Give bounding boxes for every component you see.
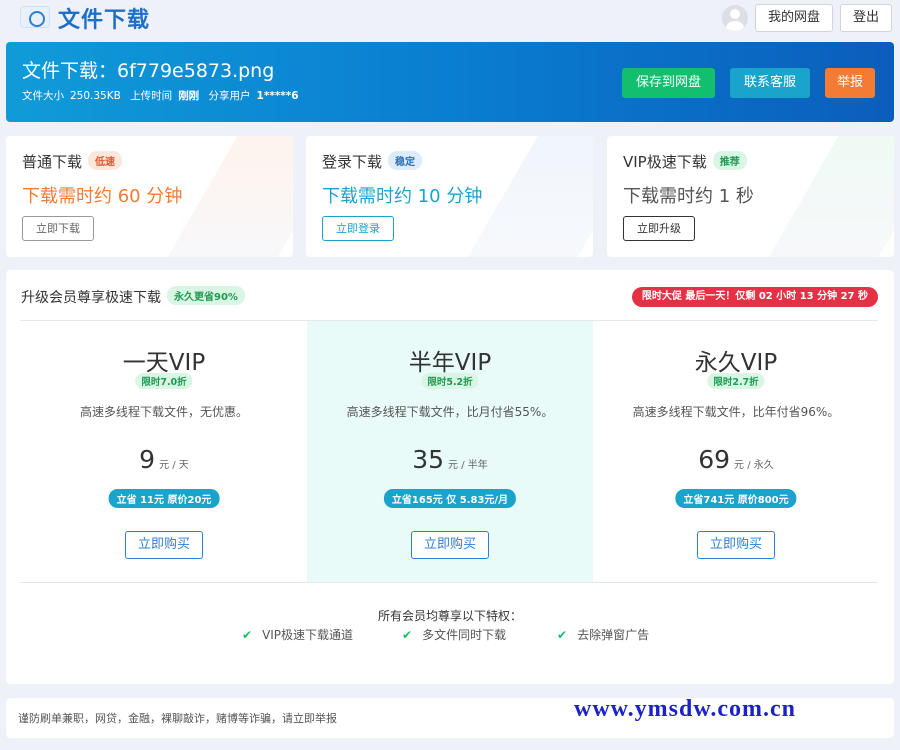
notice-text: 谨防刷单兼职，网贷，金融，裸聊敲诈，赌博等诈骗，请立即举报 [18, 712, 337, 725]
download-time: 下载需时约 10 分钟 [322, 186, 483, 207]
plan-price: 9元 / 天 [21, 445, 307, 474]
card-title: 普通下载 低速 [22, 151, 123, 172]
buy-now-button[interactable]: 立即购买 [124, 531, 204, 559]
download-now-button[interactable]: 立即下载 [22, 216, 94, 241]
perk-item: ✔ VIP极速下载通道 [242, 626, 353, 643]
file-size-label: 文件大小 [22, 90, 64, 102]
price-unit: 元 / 半年 [448, 460, 488, 471]
file-title: 文件下载：6f779e5873.png [22, 60, 275, 82]
savings-badge: 立省 11元 原价20元 [108, 489, 220, 508]
perk-item: ✔ 多文件同时下载 [402, 626, 506, 643]
logout-button[interactable]: 登出 [840, 4, 893, 32]
normal-download-card: 普通下载 低速 下载需时约 60 分钟 立即下载 [6, 136, 293, 257]
file-banner: 文件下载：6f779e5873.png 文件大小 250.35KB 上传时间 刚刚 … [6, 42, 894, 122]
card-title-text: VIP极速下载 [623, 153, 707, 171]
download-time: 下载需时约 1 秒 [623, 186, 754, 207]
card-title-text: 登录下载 [322, 153, 383, 171]
share-user: 1*****6 [256, 90, 299, 102]
login-download-card: 登录下载 稳定 下载需时约 10 分钟 立即登录 [306, 136, 593, 257]
plan-price: 35 元 / 半年 [307, 445, 593, 474]
card-title-text: 普通下载 [22, 153, 83, 171]
plan-half-year: 半年VIP 限时5.2折 高速多线程下载文件，比月付省55%。 35 元 / 半年… [307, 321, 593, 582]
file-meta: 文件大小 250.35KB 上传时间 刚刚 分享用户 1*****6 [22, 88, 299, 103]
speed-badge: 低速 [88, 151, 123, 170]
login-now-button[interactable]: 立即登录 [322, 216, 394, 241]
recommend-badge: 推荐 [712, 151, 747, 170]
top-bar: 文件下载 我的网盘 登出 [0, 0, 900, 38]
vip-panel: 升级会员尊享极速下载 永久更省90% 限时大促 最后一天！仅剩 02 小时 13 … [6, 270, 894, 684]
plan-lifetime: 永久VIP 限时2.7折 高速多线程下载文件，比年付省96%。 69 元 / 永久… [593, 321, 879, 582]
price-value: 9 [139, 445, 156, 474]
perk-label: 多文件同时下载 [422, 628, 507, 642]
stable-badge: 稳定 [388, 151, 423, 170]
price-unit: 元 / 天 [159, 460, 189, 471]
contact-support-button[interactable]: 联系客服 [730, 68, 811, 98]
discount-badge: 限时5.2折 [421, 373, 479, 389]
file-size: 250.35KB [70, 90, 121, 102]
logo-icon[interactable] [20, 6, 50, 28]
plan-description: 高速多线程下载文件，比年付省96%。 [632, 405, 840, 419]
vip-heading-text: 升级会员尊享极速下载 [21, 290, 161, 306]
perk-label: 去除弹窗广告 [577, 628, 650, 642]
discount-badge: 限时2.7折 [707, 373, 765, 389]
upload-time: 刚刚 [178, 90, 200, 102]
price-value: 35 [412, 445, 445, 474]
plan-name: 一天VIP [122, 350, 206, 376]
watermark-text: www.ymsdw.com.cn [574, 696, 797, 722]
avatar[interactable] [722, 5, 748, 31]
download-time: 下载需时约 60 分钟 [22, 186, 183, 207]
plan-description: 高速多线程下载文件，无优惠。 [79, 405, 248, 419]
price-value: 69 [698, 445, 731, 474]
perk-item: ✔ 去除弹窗广告 [557, 626, 649, 643]
plan-description: 高速多线程下载文件，比月付省55%。 [346, 405, 554, 419]
check-icon: ✔ [242, 628, 253, 642]
discount-badge: 限时7.0折 [135, 373, 193, 389]
share-user-label: 分享用户 [208, 90, 251, 102]
save-to-disk-button[interactable]: 保存到网盘 [622, 68, 716, 98]
perks-title: 所有会员均尊享以下特权： [377, 609, 522, 623]
upload-time-label: 上传时间 [130, 90, 173, 102]
plan-name: 半年VIP [408, 350, 492, 376]
report-button[interactable]: 举报 [825, 68, 876, 98]
plan-name: 永久VIP [694, 350, 778, 376]
vip-heading: 升级会员尊享极速下载 永久更省90% [21, 286, 245, 307]
plan-day: 一天VIP 限时7.0折 高速多线程下载文件，无优惠。 9元 / 天 立省 11… [21, 321, 307, 582]
forever-save-badge: 永久更省90% [167, 286, 245, 305]
vip-download-card: VIP极速下载 推荐 下载需时约 1 秒 立即升级 [607, 136, 894, 257]
savings-badge: 立省741元 原价800元 [675, 489, 797, 508]
card-title: 登录下载 稳定 [322, 151, 423, 172]
check-icon: ✔ [557, 628, 568, 642]
price-unit: 元 / 永久 [734, 460, 774, 471]
perk-label: VIP极速下载通道 [262, 628, 354, 642]
buy-now-button[interactable]: 立即购买 [696, 531, 776, 559]
divider [20, 582, 878, 583]
my-disk-button[interactable]: 我的网盘 [755, 4, 834, 32]
savings-badge: 立省165元 仅 5.83元/月 [383, 489, 517, 508]
promo-countdown-badge: 限时大促 最后一天！仅剩 02 小时 13 分钟 27 秒 [631, 287, 878, 307]
check-icon: ✔ [402, 628, 413, 642]
upgrade-now-button[interactable]: 立即升级 [623, 216, 695, 241]
plan-price: 69 元 / 永久 [593, 445, 879, 474]
card-title: VIP极速下载 推荐 [623, 151, 747, 172]
buy-now-button[interactable]: 立即购买 [410, 531, 490, 559]
brand-title[interactable]: 文件下载 [58, 2, 150, 34]
